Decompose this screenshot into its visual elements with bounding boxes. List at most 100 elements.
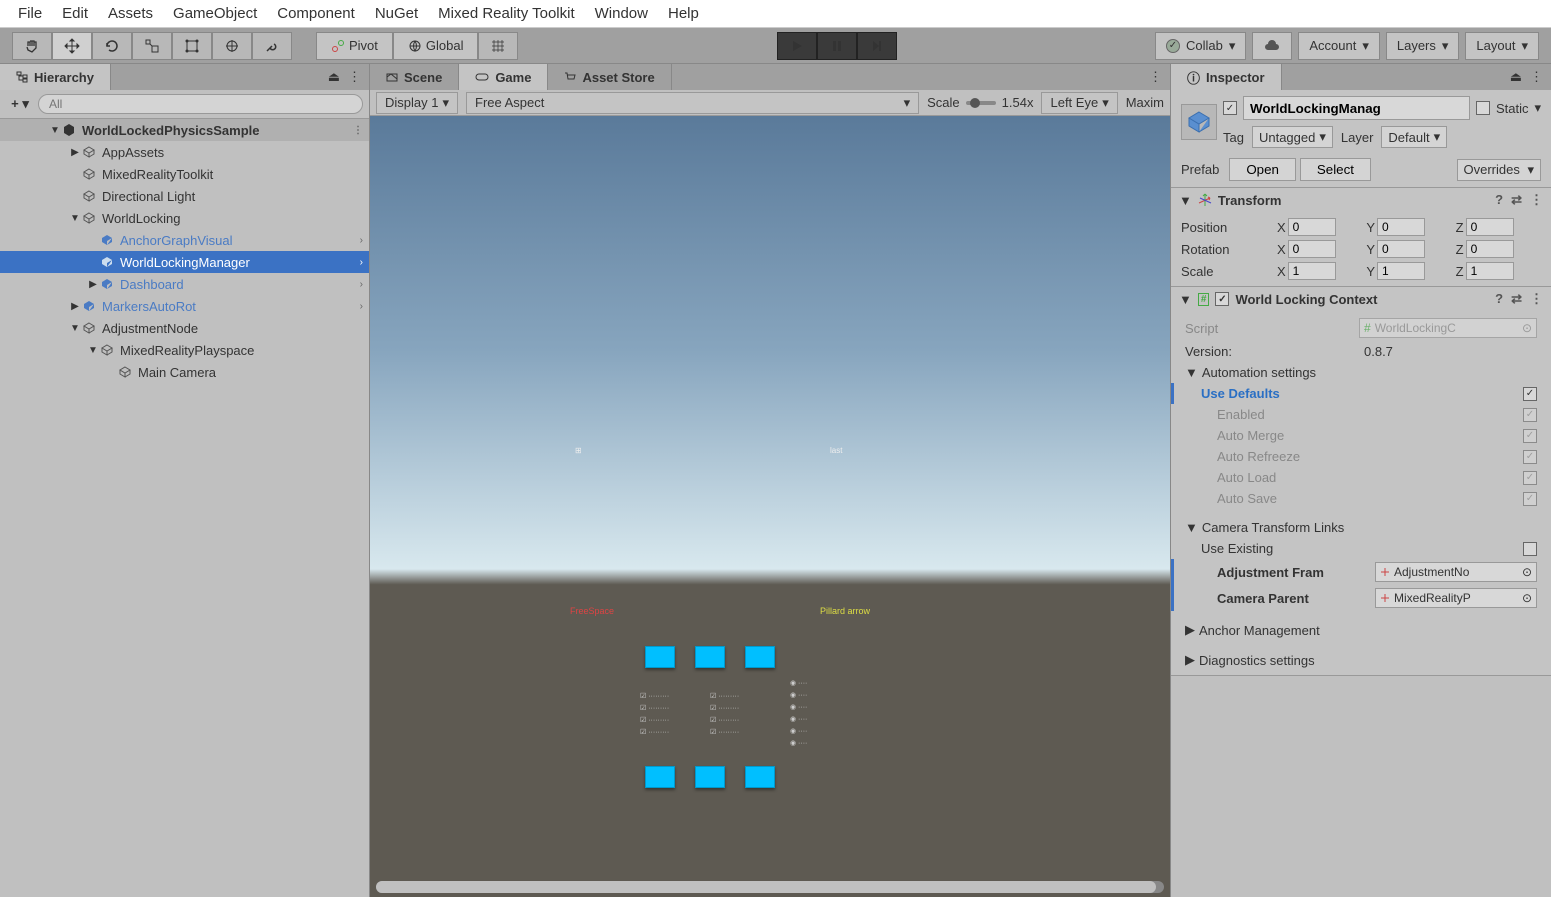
- help-icon[interactable]: ?: [1495, 192, 1503, 208]
- expand-arrow[interactable]: ▼: [1179, 193, 1192, 208]
- snap-toggle[interactable]: [478, 32, 518, 60]
- maximize-label[interactable]: Maxim: [1126, 95, 1164, 110]
- expand-arrow[interactable]: ▶: [86, 279, 100, 290]
- object-picker-icon[interactable]: ⊙: [1522, 565, 1532, 579]
- horizontal-scrollbar[interactable]: [376, 881, 1164, 893]
- expand-arrow[interactable]: ▼: [68, 213, 82, 224]
- expand-arrow[interactable]: ▼: [1185, 520, 1198, 535]
- chevron-down-icon[interactable]: ▾: [1534, 100, 1541, 116]
- expand-arrow[interactable]: ▼: [1185, 365, 1198, 380]
- use-existing-checkbox[interactable]: [1523, 542, 1537, 556]
- component-enable-checkbox[interactable]: [1215, 292, 1229, 306]
- chevron-right-icon[interactable]: ›: [360, 301, 363, 312]
- step-button[interactable]: [857, 32, 897, 60]
- position-x[interactable]: [1288, 218, 1336, 236]
- anchormgmt-header[interactable]: ▶Anchor Management: [1181, 619, 1541, 641]
- wlc-header[interactable]: ▼ # World Locking Context ?⇄⋮: [1171, 287, 1551, 311]
- expand-arrow[interactable]: ▼: [48, 125, 62, 136]
- camlinks-header[interactable]: ▼Camera Transform Links: [1181, 517, 1541, 538]
- gameobject-name-input[interactable]: [1243, 96, 1470, 120]
- rect-tool[interactable]: [172, 32, 212, 60]
- aspect-dropdown[interactable]: Free Aspect▾: [466, 92, 919, 114]
- game-tab[interactable]: Game: [459, 64, 548, 90]
- expand-arrow[interactable]: ▼: [86, 345, 100, 356]
- scene-tab[interactable]: Scene: [370, 64, 459, 90]
- expand-arrow[interactable]: ▶: [1185, 652, 1195, 668]
- pivot-toggle[interactable]: Pivot: [316, 32, 393, 60]
- scale-y[interactable]: [1377, 262, 1425, 280]
- create-button[interactable]: + ▾: [6, 94, 34, 114]
- menu-file[interactable]: File: [8, 1, 52, 26]
- tree-item-markers[interactable]: ▶MarkersAutoRot›: [0, 295, 369, 317]
- scene-row[interactable]: ▼ WorldLockedPhysicsSample ⋮: [0, 119, 369, 141]
- tree-item-worldlocking[interactable]: ▼WorldLocking: [0, 207, 369, 229]
- layer-dropdown[interactable]: Default ▾: [1381, 126, 1447, 148]
- global-toggle[interactable]: Global: [393, 32, 479, 60]
- static-checkbox[interactable]: [1476, 101, 1490, 115]
- preset-icon[interactable]: ⇄: [1511, 192, 1522, 208]
- tree-item-anchorgraph[interactable]: AnchorGraphVisual›: [0, 229, 369, 251]
- layout-dropdown[interactable]: Layout▾: [1465, 32, 1539, 60]
- hierarchy-search[interactable]: [38, 94, 363, 114]
- menu-icon[interactable]: ⋮: [1530, 192, 1543, 208]
- move-tool[interactable]: [52, 32, 92, 60]
- account-dropdown[interactable]: Account▾: [1298, 32, 1380, 60]
- menu-component[interactable]: Component: [267, 1, 365, 26]
- display-dropdown[interactable]: Display 1 ▾: [376, 92, 458, 114]
- prefab-select-button[interactable]: Select: [1300, 158, 1371, 181]
- chevron-right-icon[interactable]: ›: [360, 257, 363, 268]
- collab-dropdown[interactable]: Collab▾: [1155, 32, 1246, 60]
- rotate-tool[interactable]: [92, 32, 132, 60]
- prefab-open-button[interactable]: Open: [1229, 158, 1296, 181]
- menu-gameobject[interactable]: GameObject: [163, 1, 267, 26]
- preset-icon[interactable]: ⇄: [1511, 291, 1522, 307]
- tree-item-adjnode[interactable]: ▼AdjustmentNode: [0, 317, 369, 339]
- chevron-right-icon[interactable]: ›: [360, 279, 363, 290]
- menu-window[interactable]: Window: [585, 1, 658, 26]
- expand-arrow[interactable]: ▶: [1185, 622, 1195, 638]
- tree-item-dirlight[interactable]: Directional Light: [0, 185, 369, 207]
- menu-icon[interactable]: ⋮: [1530, 69, 1543, 85]
- menu-nuget[interactable]: NuGet: [365, 1, 428, 26]
- cloud-button[interactable]: [1252, 32, 1292, 60]
- expand-arrow[interactable]: ▶: [68, 147, 82, 158]
- menu-help[interactable]: Help: [658, 1, 709, 26]
- hand-tool[interactable]: [12, 32, 52, 60]
- assetstore-tab[interactable]: Asset Store: [548, 64, 671, 90]
- expand-arrow[interactable]: ▼: [68, 323, 82, 334]
- chevron-right-icon[interactable]: ›: [360, 235, 363, 246]
- layers-dropdown[interactable]: Layers▾: [1386, 32, 1460, 60]
- automation-header[interactable]: ▼Automation settings: [1181, 362, 1541, 383]
- object-picker-icon[interactable]: ⊙: [1522, 591, 1532, 605]
- pause-button[interactable]: [817, 32, 857, 60]
- scale-z[interactable]: [1466, 262, 1514, 280]
- rotation-y[interactable]: [1377, 240, 1425, 258]
- game-viewport[interactable]: ⊞ last FreeSpace Pillard arrow ☑ ·······…: [370, 116, 1170, 897]
- menu-icon[interactable]: ⋮: [1530, 291, 1543, 307]
- tag-dropdown[interactable]: Untagged▾: [1252, 126, 1333, 148]
- transform-tool[interactable]: [212, 32, 252, 60]
- lock-icon[interactable]: ⏏: [328, 69, 340, 85]
- tree-item-wlmanager[interactable]: WorldLockingManager›: [0, 251, 369, 273]
- tree-item-dashboard[interactable]: ▶Dashboard›: [0, 273, 369, 295]
- tree-item-mrtk[interactable]: MixedRealityToolkit: [0, 163, 369, 185]
- play-button[interactable]: [777, 32, 817, 60]
- position-z[interactable]: [1466, 218, 1514, 236]
- custom-tool[interactable]: [252, 32, 292, 60]
- tree-item-appassets[interactable]: ▶AppAssets: [0, 141, 369, 163]
- adjframe-field[interactable]: AdjustmentNo⊙: [1375, 562, 1537, 582]
- eye-dropdown[interactable]: Left Eye ▾: [1041, 92, 1117, 114]
- menu-edit[interactable]: Edit: [52, 1, 98, 26]
- scale-slider[interactable]: [966, 101, 996, 105]
- position-y[interactable]: [1377, 218, 1425, 236]
- camparent-field[interactable]: MixedRealityP⊙: [1375, 588, 1537, 608]
- scale-x[interactable]: [1288, 262, 1336, 280]
- tree-item-playspace[interactable]: ▼MixedRealityPlayspace: [0, 339, 369, 361]
- expand-arrow[interactable]: ▶: [68, 301, 82, 312]
- hierarchy-tab[interactable]: Hierarchy: [0, 64, 111, 90]
- menu-mrtk[interactable]: Mixed Reality Toolkit: [428, 1, 584, 26]
- scale-tool[interactable]: [132, 32, 172, 60]
- inspector-tab[interactable]: ⓘInspector: [1171, 64, 1282, 90]
- transform-header[interactable]: ▼ Transform ?⇄⋮: [1171, 188, 1551, 212]
- menu-icon[interactable]: ⋮: [348, 69, 361, 85]
